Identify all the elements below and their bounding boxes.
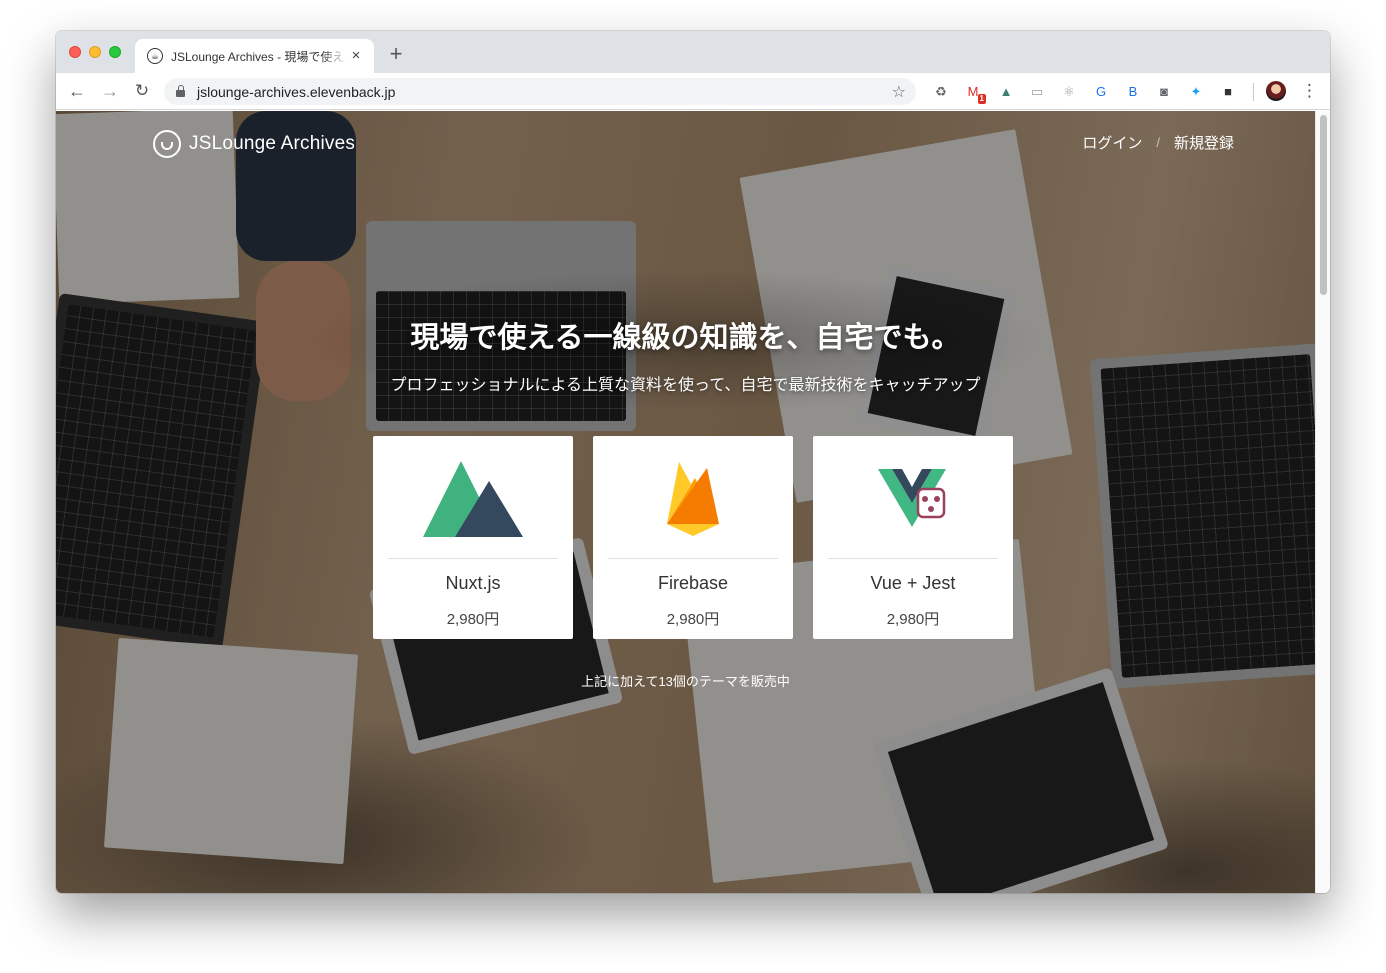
site-logo[interactable]: JSLounge Archives [153, 130, 355, 158]
card-title: Firebase [657, 573, 729, 593]
back-arrow-icon[interactable]: ← [67, 81, 87, 101]
nuxt-logo-icon [373, 454, 573, 544]
reload-icon[interactable]: ↻ [132, 81, 152, 101]
bookmark-star-icon[interactable]: ☆ [892, 82, 906, 102]
gmail-icon[interactable]: M1 [964, 82, 986, 104]
b-ext-icon[interactable]: B [1124, 82, 1142, 100]
cup-icon [153, 130, 181, 158]
card-price: 2,980円 [666, 611, 720, 628]
card-divider [608, 558, 778, 559]
nav-separator: / [1156, 135, 1160, 150]
video-camera-icon[interactable]: ■ [1219, 82, 1237, 100]
card-divider [828, 558, 998, 559]
chat-ext-icon[interactable]: ▭ [1028, 82, 1046, 100]
tab-title: JSLounge Archives - 現場で使える一線級の知識を、自宅でも。 [171, 49, 348, 64]
google-ext-icon[interactable]: G [1092, 82, 1110, 100]
card-title: Vue + Jest [870, 573, 956, 593]
card-title: Nuxt.js [445, 573, 501, 593]
profile-avatar[interactable] [1266, 81, 1286, 101]
browser-menu-icon[interactable]: ⋮ [1301, 80, 1318, 102]
hero-title: 現場で使える一線級の知識を、自宅でも。 [410, 322, 961, 354]
camera-icon[interactable]: ◙ [1155, 82, 1173, 100]
twitter-icon[interactable]: ✦ [1187, 82, 1205, 100]
browser-toolbar: ← → ↻ jslounge-archives.elevenback.jp ☆ … [56, 73, 1330, 110]
nuxt-ext-icon[interactable]: ▲ [997, 82, 1015, 100]
browser-tab[interactable]: ☕ JSLounge Archives - 現場で使える一線級の知識を、自宅でも… [135, 39, 374, 73]
product-card-vue-jest[interactable]: Vue + Jest 2,980円 [813, 436, 1013, 639]
scrollbar-thumb[interactable] [1320, 115, 1327, 295]
notification-badge: 1 [977, 94, 986, 104]
card-divider [388, 558, 558, 559]
lock-icon [176, 85, 185, 97]
minimize-window-button[interactable] [89, 46, 101, 58]
product-card-nuxt[interactable]: Nuxt.js 2,980円 [373, 436, 573, 639]
card-price: 2,980円 [446, 611, 500, 628]
address-bar[interactable]: jslounge-archives.elevenback.jp ☆ [164, 78, 916, 105]
close-tab-icon[interactable]: × [348, 48, 364, 64]
vertical-scrollbar[interactable] [1315, 111, 1330, 893]
toolbar-divider [1253, 83, 1254, 101]
page-viewport: JSLounge Archives ログイン / 新規登録 現場で使える一線級の… [56, 111, 1315, 893]
hero-subtitle: プロフェッショナルによる上質な資料を使って、自宅で最新技術をキャッチアップ [390, 377, 981, 394]
product-cards: Nuxt.js 2,980円 Firebase 2,980円 Vue + Jes… [373, 436, 1013, 639]
login-link[interactable]: ログイン [1082, 132, 1142, 153]
card-price: 2,980円 [886, 611, 940, 628]
firebase-logo-icon [593, 454, 793, 544]
vue-jest-logo-icon [813, 454, 1013, 544]
more-themes-note: 上記に加えて13個のテーマを販売中 [581, 674, 790, 689]
forward-arrow-icon[interactable]: → [100, 81, 120, 101]
url-text: jslounge-archives.elevenback.jp [197, 84, 396, 100]
browser-window: ☕ JSLounge Archives - 現場で使える一線級の知識を、自宅でも… [56, 31, 1330, 893]
cup-icon: ☕ [147, 48, 163, 64]
tab-strip: ☕ JSLounge Archives - 現場で使える一線級の知識を、自宅でも… [56, 31, 1330, 73]
close-window-button[interactable] [69, 46, 81, 58]
recycle-icon[interactable]: ♻ [932, 82, 950, 100]
site-title: JSLounge Archives [189, 133, 356, 154]
maximize-window-button[interactable] [109, 46, 121, 58]
site-nav: ログイン / 新規登録 [1082, 132, 1234, 153]
signup-link[interactable]: 新規登録 [1174, 132, 1234, 153]
product-card-firebase[interactable]: Firebase 2,980円 [593, 436, 793, 639]
react-ext-icon[interactable]: ⚛ [1060, 82, 1078, 100]
new-tab-button[interactable]: + [386, 43, 406, 65]
